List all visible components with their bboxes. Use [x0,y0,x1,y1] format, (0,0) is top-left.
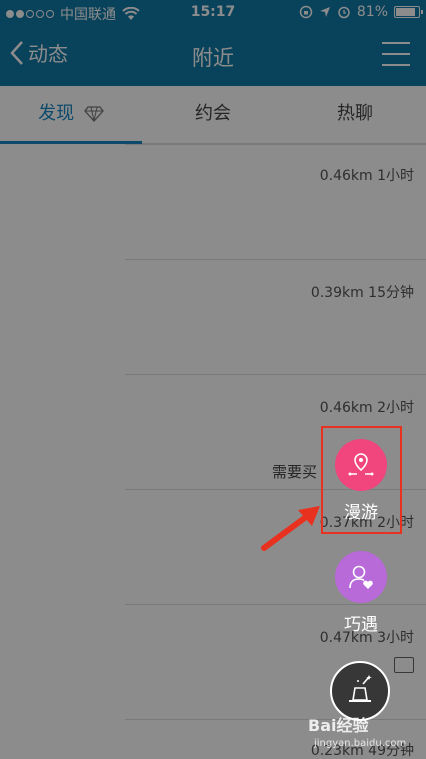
dim-overlay[interactable] [0,0,426,759]
person-heart-icon [349,565,373,589]
watermark-url: jingyan.baidu.com [314,738,407,749]
highlight-box [321,426,402,534]
magic-hat-icon [349,675,372,702]
encounter-label: 巧遇 [344,615,378,635]
watermark-logo: Bai经验 [308,716,369,735]
encounter-button[interactable] [335,551,387,603]
pointer-arrow-icon [261,506,320,551]
